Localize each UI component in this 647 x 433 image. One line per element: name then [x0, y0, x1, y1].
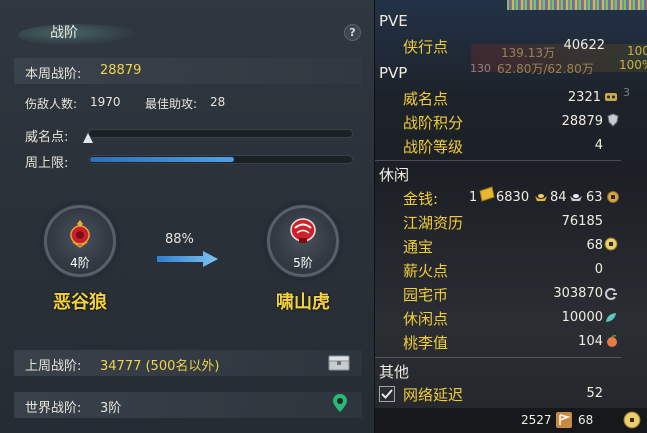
money-brick-value: 1	[469, 190, 478, 205]
next-rank-level: 5阶	[293, 256, 313, 270]
current-rank-level: 4阶	[70, 256, 90, 270]
tongbao-value: 68	[586, 238, 603, 253]
weiming-value: 2321	[567, 90, 601, 105]
gold-ingot-icon	[535, 194, 547, 201]
weekly-cap-label: 周上限:	[25, 156, 69, 171]
kills-label: 伤敌人数:	[25, 97, 78, 111]
chest-icon[interactable]	[328, 355, 350, 371]
rank-panel: 战阶 ? 本周战阶: 28879 伤敌人数: 1970 最佳助攻: 28 威名点…	[0, 0, 375, 433]
world-rank-label: 世界战阶:	[25, 401, 82, 416]
panel-title: 战阶	[50, 25, 78, 41]
kills-value: 1970	[90, 95, 121, 109]
zhanjie-value: 28879	[561, 114, 603, 129]
header-decoration	[18, 24, 138, 46]
next-rank-emblem: 5阶	[267, 205, 339, 277]
gold-brick-icon	[479, 186, 495, 202]
yuanzhai-value: 303870	[553, 286, 603, 301]
progress-marker-icon	[83, 133, 93, 143]
latency-value: 52	[586, 386, 603, 401]
prestige-mask-icon	[605, 93, 617, 101]
xiuxian-label: 休闲点	[403, 310, 449, 328]
house-coin-icon	[605, 288, 617, 300]
prestige-progress-bar	[88, 129, 353, 138]
taoli-label: 桃李值	[403, 334, 449, 352]
assists-value: 28	[210, 95, 226, 109]
coin-icon[interactable]	[623, 411, 641, 429]
currency-tooltip-panel: 139.13万 62.80万/62.80万 100 100% 130 3 PVE…	[375, 0, 647, 433]
section-divider	[375, 160, 621, 161]
xiaxing-value: 40622	[563, 38, 605, 53]
jianghu-value: 76185	[561, 214, 603, 229]
weekly-cap-progress-bar	[88, 155, 353, 164]
wolf-rank-icon	[70, 220, 90, 248]
taoli-value: 104	[578, 334, 603, 349]
section-pve: PVE	[379, 12, 408, 30]
current-rank-emblem: 4阶	[44, 205, 116, 277]
jianghu-label: 江湖资历	[403, 214, 464, 232]
checkbox-checked-icon[interactable]	[379, 386, 395, 402]
section-divider	[375, 357, 621, 358]
tongbao-label: 通宝	[403, 238, 434, 256]
xinhuo-value: 0	[594, 262, 603, 277]
xiaxing-label: 侠行点	[403, 38, 449, 56]
yuanzhai-label: 园宅币	[403, 286, 449, 304]
last-week-rank-label: 上周战阶:	[25, 359, 82, 374]
weekly-rank-label: 本周战阶:	[25, 67, 82, 82]
assists-label: 最佳助攻:	[145, 97, 198, 111]
background-hp-text-2: 62.80万/62.80万	[497, 62, 594, 76]
background-pct-text-2: 100%	[619, 58, 647, 72]
tiger-rank-icon	[290, 218, 316, 243]
background-pct-text-1: 100	[627, 44, 647, 58]
section-pvp: PVP	[379, 64, 408, 82]
weiming-label: 威名点	[403, 90, 449, 108]
rank-progress-percent: 88%	[165, 232, 194, 247]
tongbao-coin-icon	[604, 237, 618, 251]
last-week-rank-value: 34777 (500名以外)	[100, 359, 220, 374]
xinhuo-label: 薪火点	[403, 262, 449, 280]
bottom-status-bar: 2527 68	[375, 408, 647, 433]
weekly-cap-progress-fill	[90, 157, 234, 162]
money-label: 金钱:	[403, 190, 439, 208]
xiuxian-value: 10000	[561, 310, 603, 325]
money-copper-value: 63	[586, 190, 603, 205]
rank-shield-icon	[607, 113, 619, 127]
silver-ingot-icon	[570, 194, 582, 201]
zhanjie-level-label: 战阶等级	[403, 138, 464, 156]
bottom-value-1: 2527	[521, 413, 552, 427]
next-rank-name: 啸山虎	[276, 292, 330, 313]
help-button[interactable]: ?	[344, 24, 361, 41]
zhanjie-level-value: 4	[594, 138, 603, 153]
world-rank-value: 3阶	[100, 401, 122, 416]
prestige-label: 威名点:	[25, 130, 69, 145]
copper-coin-icon	[607, 191, 619, 203]
money-gold-value: 6830	[496, 190, 530, 205]
peach-icon	[607, 334, 617, 347]
location-pin-icon[interactable]	[332, 393, 348, 413]
zhanjie-label: 战阶积分	[403, 114, 464, 132]
flag-icon[interactable]	[555, 411, 573, 429]
section-leisure: 休闲	[379, 166, 410, 184]
weekly-rank-value: 28879	[100, 63, 142, 78]
arrow-right-icon	[157, 251, 218, 267]
section-other: 其他	[379, 363, 410, 381]
background-hud-strip	[507, 0, 647, 10]
money-silver-value: 84	[550, 190, 567, 205]
current-rank-name: 恶谷狼	[53, 292, 107, 313]
panel-header: 战阶	[0, 14, 375, 48]
latency-label: 网络延迟	[403, 386, 464, 404]
background-level-text-2: 3	[623, 86, 630, 99]
leaf-icon	[606, 313, 616, 322]
bottom-value-2: 68	[578, 413, 594, 427]
background-level-text: 130	[470, 62, 491, 75]
